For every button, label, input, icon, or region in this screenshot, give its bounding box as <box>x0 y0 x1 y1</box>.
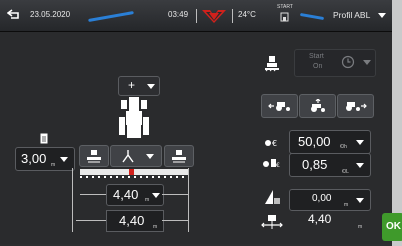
ok-button[interactable]: OK <box>382 213 402 241</box>
plus-label: + <box>128 78 136 92</box>
chevron-down-icon <box>356 163 364 168</box>
left-width-field[interactable]: 3,00 m <box>15 147 75 171</box>
boom-right-guide <box>188 168 189 232</box>
profile-chevron-down-icon[interactable] <box>378 13 386 18</box>
svg-text:€: € <box>276 162 280 169</box>
start-on-dropdown[interactable]: Start On <box>294 49 376 77</box>
chevron-down-icon <box>152 193 160 198</box>
divider <box>232 9 233 23</box>
chevron-down-icon <box>147 84 155 89</box>
total-width-arrow-left <box>76 220 106 221</box>
fork-icon <box>122 150 134 163</box>
temperature-text: 24°C <box>238 10 256 19</box>
divider <box>196 9 197 23</box>
svg-text:€: € <box>272 139 277 148</box>
overlap-icon <box>265 190 280 204</box>
chevron-down-icon <box>356 198 364 203</box>
clock-icon <box>341 55 355 69</box>
implement-left-button[interactable] <box>79 145 109 167</box>
fuel-rate-field[interactable]: 0,85 €/L <box>289 153 371 177</box>
brand-logo-icon <box>202 10 226 23</box>
left-width-value: 3,00 <box>21 151 47 166</box>
top-bar: 23.05.2020 03:49 24°C START Profil ABL <box>0 0 392 32</box>
chevron-down-icon <box>60 157 68 162</box>
overlap-unit: m <box>344 202 349 208</box>
implement-right-icon <box>172 150 186 163</box>
tractor-right-icon <box>346 102 367 111</box>
boom-center-marker <box>129 169 134 175</box>
right-edge-strip <box>392 0 402 246</box>
memory-card-icon <box>280 12 289 22</box>
hourly-rate-unit: €/h <box>340 144 347 150</box>
tractor-left-icon <box>268 102 290 111</box>
total-width-arrow-right <box>162 220 188 221</box>
boom-width-arrow-left <box>80 194 106 195</box>
spacing-value: 4,40 <box>308 212 332 226</box>
hourly-rate-value: 50,00 <box>298 134 331 149</box>
spacing-icon <box>261 215 283 229</box>
profile-name[interactable]: Profil ABL <box>333 10 370 20</box>
boom-bar <box>80 169 188 175</box>
boom-width-arrow-right <box>162 194 188 195</box>
field-machine-icon <box>265 56 279 72</box>
ok-button-label: OK <box>386 221 401 232</box>
total-width-unit: m <box>153 224 158 230</box>
offset-right-button[interactable] <box>337 94 374 118</box>
start-on-label-line1: Start <box>309 53 324 60</box>
chevron-down-icon <box>146 154 154 159</box>
start-label: START <box>277 4 293 10</box>
offset-center-button[interactable] <box>299 94 336 118</box>
boom-width-unit: m <box>145 197 150 203</box>
total-width-box: 4,40 m <box>106 210 164 232</box>
date-text: 23.05.2020 <box>30 10 71 19</box>
spacing-unit: m <box>358 224 363 230</box>
tractor-center-icon <box>311 99 325 112</box>
chevron-down-icon <box>356 140 364 145</box>
plus-dropdown[interactable]: + <box>118 76 160 96</box>
start-on-label-line2: On <box>313 63 323 70</box>
boom-width-value: 4,40 <box>113 187 139 202</box>
back-icon[interactable] <box>7 8 21 20</box>
hourly-rate-icon: € <box>265 139 277 148</box>
overlap-value: 0,00 <box>312 193 332 204</box>
fuel-rate-unit: €/L <box>342 169 349 175</box>
start-on-chevron-down-icon <box>363 60 371 65</box>
boom-width-field[interactable]: 4,40 m <box>106 184 164 206</box>
implement-center-dropdown[interactable] <box>110 145 162 167</box>
document-icon <box>40 133 48 144</box>
accent-swoosh-left <box>88 11 134 22</box>
overlap-field[interactable]: 0,00 m <box>289 189 371 211</box>
fuel-rate-value: 0,85 <box>302 157 328 172</box>
offset-left-button[interactable] <box>261 94 298 118</box>
fuel-rate-icon: € <box>263 159 280 169</box>
accent-swoosh-right <box>299 12 325 21</box>
hourly-rate-field[interactable]: 50,00 €/h <box>289 130 371 154</box>
time-text: 03:49 <box>168 10 189 19</box>
total-width-value: 4,40 <box>119 213 145 228</box>
left-width-unit: m <box>51 162 56 168</box>
tractor-topview-icon <box>119 97 149 138</box>
boom-nozzles <box>80 176 188 178</box>
implement-left-icon <box>87 150 101 163</box>
implement-right-button[interactable] <box>164 145 194 167</box>
boom-left-guide <box>72 168 73 232</box>
